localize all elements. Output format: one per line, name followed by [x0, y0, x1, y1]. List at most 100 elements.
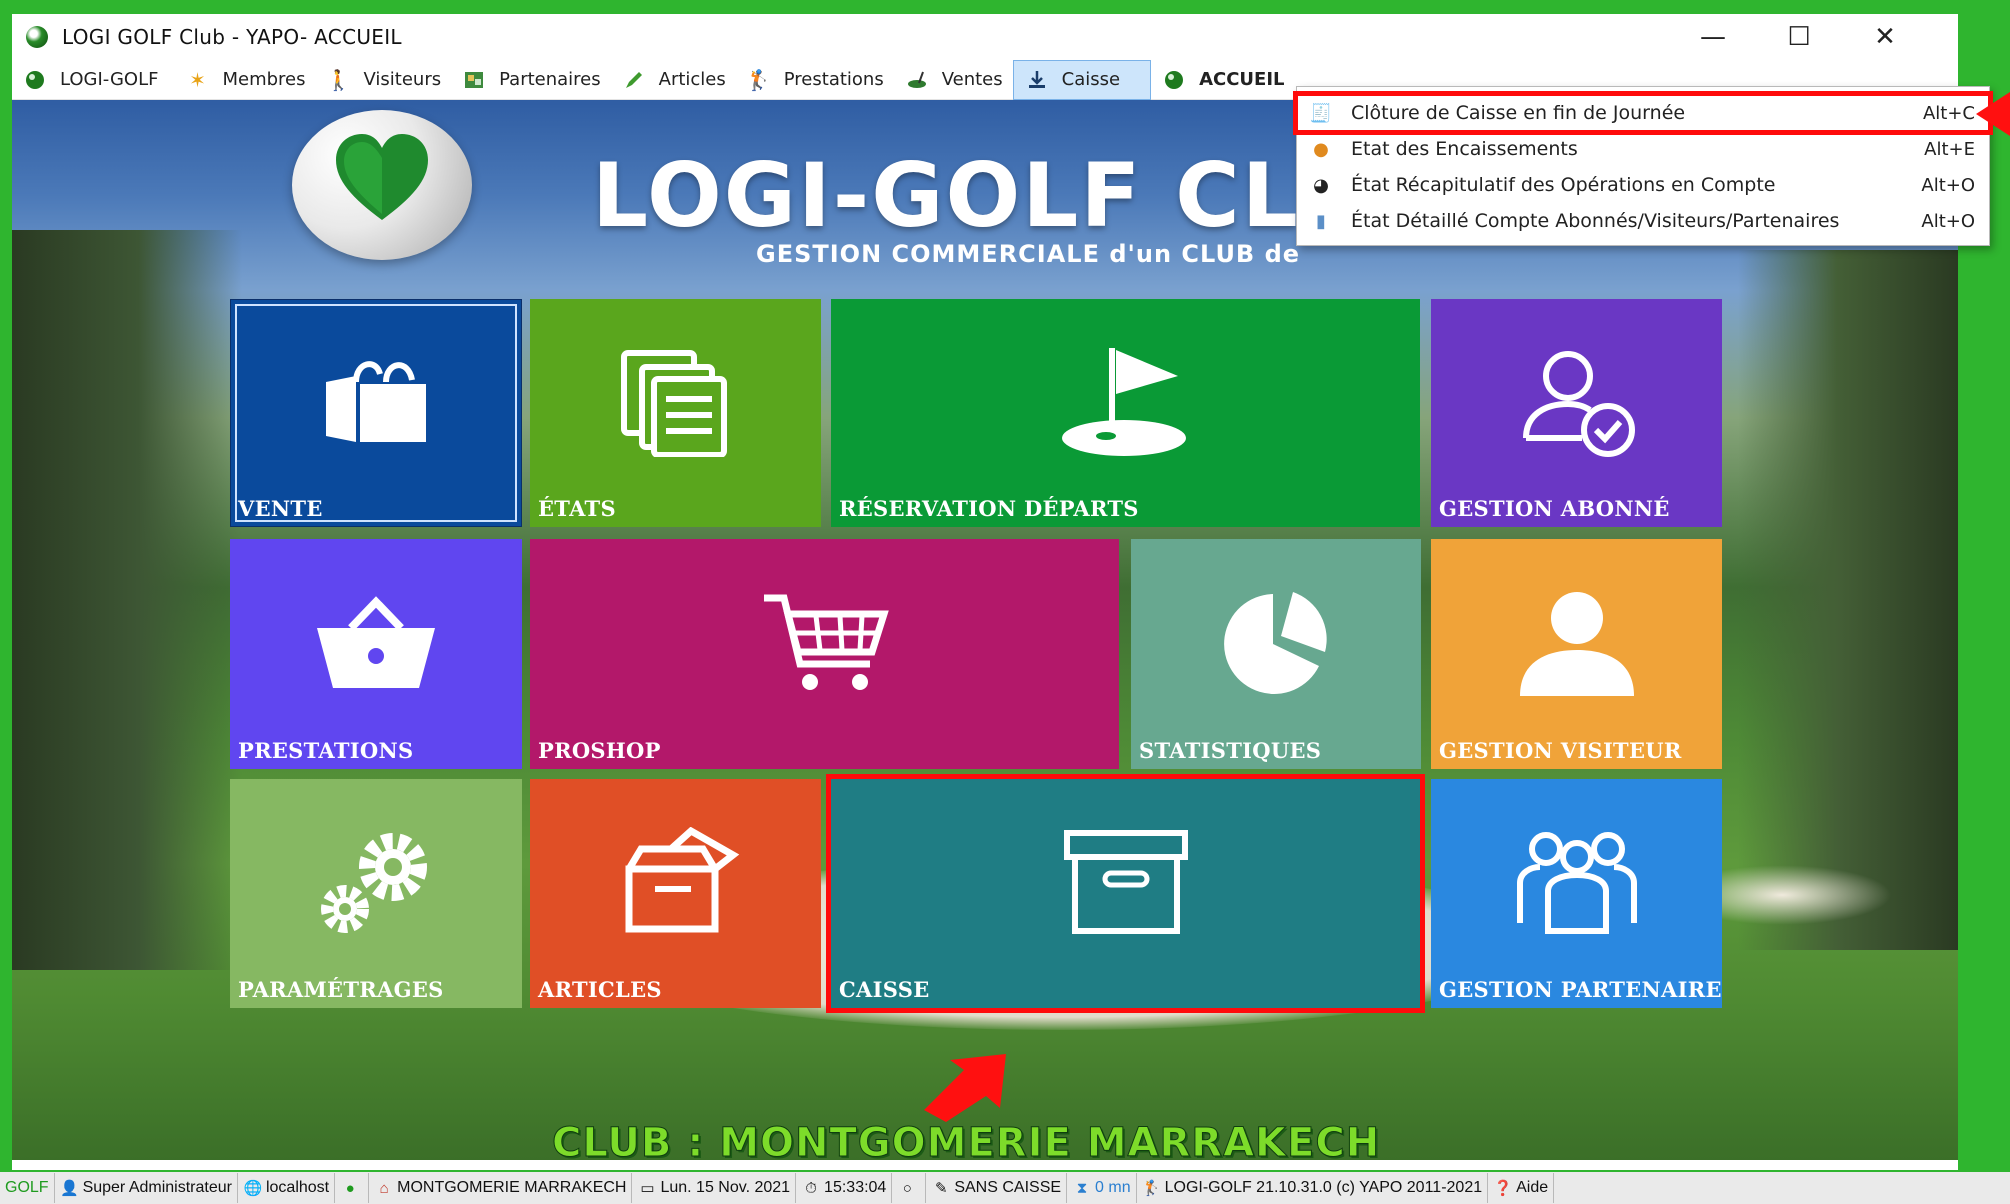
menu-label: Visiteurs	[363, 69, 442, 90]
sale-icon	[904, 67, 930, 93]
tile-label: ÉTATS	[538, 496, 616, 521]
home-ball-icon	[1161, 67, 1187, 93]
tile-prestations[interactable]: PRESTATIONS	[230, 539, 522, 769]
status-version: 🏌 LOGI-GOLF 21.10.31.0 (c) YAPO 2011-202…	[1137, 1173, 1489, 1203]
menu-partenaires[interactable]: Partenaires	[451, 60, 611, 100]
tile-label: VENTE	[238, 496, 323, 521]
status-time-label: 15:33:04	[824, 1179, 887, 1196]
menu-label: Articles	[658, 69, 726, 90]
status-date: ▭ Lun. 15 Nov. 2021	[632, 1173, 797, 1203]
menu-item-cloture-caisse[interactable]: 🧾 Clôture de Caisse en fin de Journée Al…	[1293, 91, 1993, 135]
group-users-icon	[1516, 832, 1637, 935]
walker-icon: 🚶	[326, 67, 351, 92]
tile-label: RÉSERVATION DÉPARTS	[839, 496, 1139, 521]
menu-item-label: État Récapitulatif des Opérations en Com…	[1351, 174, 1776, 196]
shortcut-label: Alt+C	[1922, 102, 1975, 124]
menu-label: Partenaires	[499, 69, 601, 90]
club-name: CLUB : MONTGOMERIE MARRAKECH	[551, 1120, 1381, 1161]
connection-dot-icon: ●	[345, 1179, 355, 1197]
globe-icon: 🌐	[243, 1180, 263, 1197]
callout-arrow-icon	[1976, 92, 2010, 136]
cash-icon: ✎	[935, 1180, 948, 1197]
status-host-label: localhost	[265, 1179, 330, 1196]
menu-item-etat-encaissements[interactable]: ● Etat des Encaissements Alt+E	[1297, 131, 1989, 167]
callout-arrow-icon	[924, 1054, 1006, 1122]
app-logo-icon	[26, 26, 48, 48]
calendar-icon: ▭	[640, 1180, 655, 1197]
tile-statistiques[interactable]: STATISTIQUES	[1131, 539, 1421, 769]
menu-accueil[interactable]: ACCUEIL	[1151, 60, 1294, 100]
tile-articles[interactable]: ARTICLES	[530, 779, 821, 1008]
tile-label: ARTICLES	[538, 977, 662, 1002]
clock-icon: ⏱	[805, 1179, 817, 1197]
menu-label: Caisse	[1061, 69, 1121, 90]
close-button[interactable]: ✕	[1842, 14, 1928, 60]
tile-label: GESTION ABONNÉ	[1439, 496, 1670, 521]
status-time: ⏱ 15:33:04	[796, 1173, 893, 1203]
shopping-cart-icon	[763, 594, 889, 690]
status-user-label: Super Administrateur	[82, 1179, 232, 1196]
tile-label: CAISSE	[839, 977, 930, 1002]
tile-proshop[interactable]: PROSHOP	[530, 539, 1119, 769]
background-trees	[12, 230, 242, 970]
tile-label: STATISTIQUES	[1139, 738, 1322, 763]
pencil-icon	[621, 67, 647, 93]
status-duration: ⧗ 0 mn	[1067, 1173, 1137, 1203]
tile-label: PARAMÉTRAGES	[238, 977, 444, 1002]
menu-item-etat-recapitulatif[interactable]: ◕ État Récapitulatif des Opérations en C…	[1297, 167, 1989, 203]
minimize-button[interactable]: —	[1670, 14, 1756, 60]
circle-icon: ○	[902, 1179, 912, 1197]
caisse-dropdown-menu: 🧾 Clôture de Caisse en fin de Journée Al…	[1293, 86, 1993, 246]
shopping-bag-icon	[326, 360, 426, 442]
status-version-label: LOGI-GOLF 21.10.31.0 (c) YAPO 2011-2021	[1164, 1179, 1483, 1196]
app-logo-subtitle: GESTION COMMERCIALE d'un CLUB de	[756, 240, 1301, 268]
tile-gestion-abonne[interactable]: GESTION ABONNÉ	[1431, 299, 1722, 527]
status-date-label: Lun. 15 Nov. 2021	[660, 1179, 791, 1196]
window-title: LOGI GOLF Club - YAPO- ACCUEIL	[62, 25, 402, 49]
menu-articles[interactable]: Articles	[611, 60, 736, 100]
menu-item-label: Clôture de Caisse en fin de Journée	[1351, 102, 1686, 124]
archive-box-icon	[1063, 830, 1188, 935]
menu-label: ACCUEIL	[1199, 69, 1285, 90]
menu-visiteurs[interactable]: 🚶 Visiteurs	[316, 60, 452, 100]
user-icon: 👤	[60, 1180, 79, 1197]
partner-icon	[461, 67, 487, 93]
shortcut-label: Alt+O	[1921, 174, 1975, 196]
menu-ventes[interactable]: Ventes	[894, 60, 1013, 100]
tile-label: PRESTATIONS	[238, 738, 414, 763]
tile-gestion-partenaire[interactable]: GESTION PARTENAIRE	[1431, 779, 1722, 1008]
tile-caisse[interactable]: CAISSE	[831, 779, 1420, 1008]
tile-reservation-departs[interactable]: RÉSERVATION DÉPARTS	[831, 299, 1420, 527]
help-icon: ❓	[1493, 1180, 1513, 1197]
tile-gestion-visiteur[interactable]: GESTION VISITEUR	[1431, 539, 1722, 769]
gears-icon	[321, 833, 427, 934]
app-logo-title: LOGI-GOLF CLU	[592, 144, 1371, 247]
status-duration-label: 0 mn	[1095, 1179, 1131, 1196]
golf-ball-logo-icon	[292, 110, 472, 260]
tile-parametrages[interactable]: PARAMÉTRAGES	[230, 779, 522, 1008]
tile-label: GESTION VISITEUR	[1439, 738, 1682, 763]
tile-etats[interactable]: ÉTATS	[530, 299, 821, 527]
bottle-icon: ▮	[1316, 210, 1326, 232]
tile-label: GESTION PARTENAIRE	[1439, 977, 1722, 1002]
menu-prestations[interactable]: 🏌 Prestations	[736, 60, 894, 100]
status-bar: GOLF 👤 Super Administrateur 🌐 localhost …	[0, 1170, 2010, 1204]
title-bar: LOGI GOLF Club - YAPO- ACCUEIL — ☐ ✕	[12, 14, 1958, 60]
download-icon	[1024, 67, 1050, 93]
shortcut-label: Alt+E	[1924, 138, 1975, 160]
status-indicator: ○	[892, 1173, 927, 1203]
maximize-button[interactable]: ☐	[1756, 14, 1842, 60]
menu-item-label: Etat des Encaissements	[1351, 138, 1578, 160]
menu-caisse[interactable]: Caisse	[1012, 59, 1152, 100]
menu-logi-golf[interactable]: LOGI-GOLF	[12, 60, 168, 100]
help-button[interactable]: ❓ Aide	[1488, 1173, 1555, 1203]
tile-vente[interactable]: VENTE	[230, 299, 522, 527]
member-icon: ✶	[189, 67, 206, 92]
status-club-label: MONTGOMERIE MARRAKECH	[397, 1179, 627, 1196]
window-controls: — ☐ ✕	[1670, 14, 1928, 60]
pie-chart-icon: ◕	[1313, 174, 1329, 196]
menu-membres[interactable]: ✶ Membres	[174, 60, 315, 100]
documents-icon	[620, 349, 727, 457]
home-dashboard: LOGI-GOLF CLU GESTION COMMERCIALE d'un C…	[12, 100, 1958, 1160]
menu-item-etat-detaille[interactable]: ▮ État Détaillé Compte Abonnés/Visiteurs…	[1297, 203, 1989, 239]
